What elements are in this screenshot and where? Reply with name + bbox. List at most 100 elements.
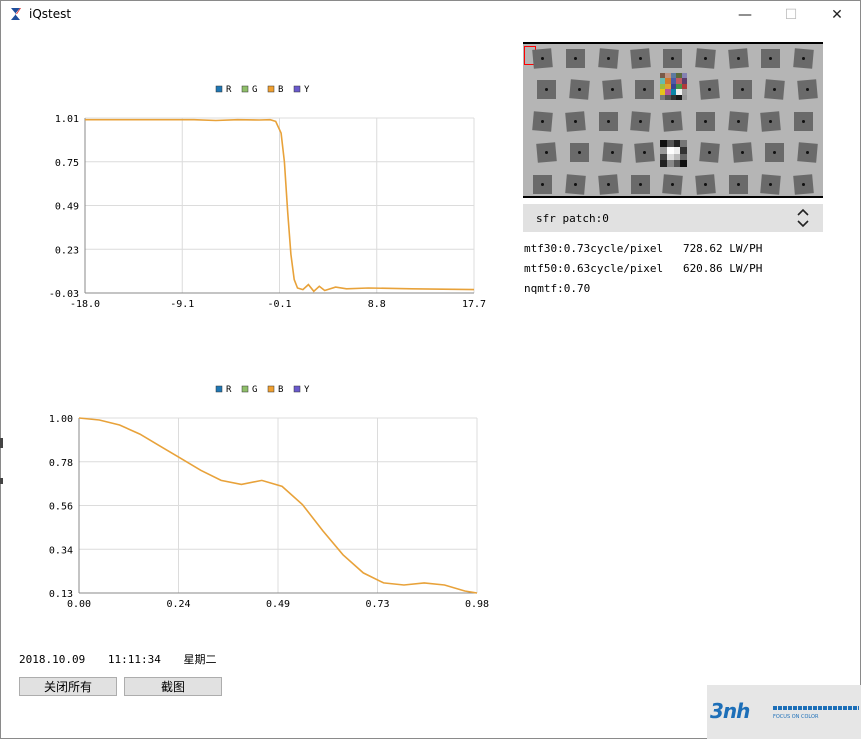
sfr-patch[interactable] (797, 79, 818, 100)
gray-scale-swatch (680, 160, 687, 167)
sfr-patch[interactable] (598, 174, 619, 195)
mtf-chart-svg: R G B Y 0.00 0.24 0.49 0.73 0.98 1.00 0.78 0.56 0.34… (49, 385, 489, 610)
title-bar[interactable]: iQstest — ☐ ✕ (1, 1, 860, 29)
legend-label-y: Y (304, 385, 310, 395)
maximize-button[interactable]: ☐ (768, 1, 814, 29)
patch-center-dot (573, 119, 578, 124)
sfr-patch[interactable] (565, 111, 586, 132)
sfr-patch[interactable] (764, 79, 785, 100)
gray-scale-swatch (660, 160, 667, 167)
patch-center-dot (544, 150, 549, 155)
sfr-patch-select[interactable]: sfr patch:0 (523, 204, 823, 232)
sfr-patch[interactable] (733, 80, 752, 99)
sfr-patch[interactable] (602, 79, 623, 100)
sfr-patch[interactable] (663, 49, 682, 68)
sfr-patch[interactable] (630, 111, 651, 132)
sfr-patch[interactable] (760, 111, 781, 132)
patch-center-dot (540, 56, 545, 61)
sfr-patch[interactable] (696, 112, 715, 131)
date-text: 2018.10.09 (19, 653, 86, 666)
sfr-patch[interactable] (599, 112, 618, 131)
sfr-patch[interactable] (797, 142, 818, 163)
sfr-patch[interactable] (635, 80, 654, 99)
sfr-patch[interactable] (566, 49, 585, 68)
sfr-patch[interactable] (631, 175, 650, 194)
esf-chart: R G B Y -18.0 -9.1 -0.1 8.8 17.7 1.01 0.75 0.49 0.23… (0, 80, 500, 320)
patch-center-dot (805, 150, 810, 155)
legend-swatch-b (267, 385, 275, 393)
sfr-patch[interactable] (793, 174, 814, 195)
patch-center-dot (801, 182, 806, 187)
sfr-patch[interactable] (760, 174, 781, 195)
sfr-patch[interactable] (532, 111, 553, 132)
sfr-patch[interactable] (732, 142, 753, 163)
sfr-patch[interactable] (662, 174, 683, 195)
gray-scale-swatch (680, 146, 687, 154)
sfr-patch[interactable] (537, 80, 556, 99)
minimize-button[interactable]: — (722, 1, 768, 29)
patch-center-dot (574, 57, 577, 60)
sfr-patch[interactable] (630, 48, 651, 69)
sfr-patch[interactable] (765, 143, 784, 162)
patch-center-dot (737, 183, 740, 186)
sfr-patch[interactable] (699, 142, 720, 163)
x-tick-label: 0.73 (365, 599, 389, 610)
sfr-patch[interactable] (728, 111, 749, 132)
sfr-patch[interactable] (533, 175, 552, 194)
legend-swatch-y (293, 85, 301, 93)
gray-scale-swatch (666, 160, 674, 167)
x-tick-label: -9.1 (170, 299, 194, 310)
patch-center-dot (540, 119, 545, 124)
gray-scale-swatch (673, 146, 681, 154)
sfr-patch[interactable] (699, 79, 720, 100)
sfr-patch[interactable] (532, 48, 553, 69)
patch-center-dot (801, 56, 806, 61)
watermark-logo: 3nh FOCUS ON COLOR (707, 685, 861, 739)
sfr-patch[interactable] (569, 79, 590, 100)
patch-center-dot (768, 119, 773, 124)
legend-swatch-r (215, 385, 223, 393)
sfr-patch[interactable] (570, 143, 589, 162)
close-all-button[interactable]: 关闭所有 (19, 677, 117, 696)
patch-center-dot (643, 88, 646, 91)
y-tick-label: 0.23 (55, 245, 79, 256)
sfr-patch[interactable] (729, 175, 748, 194)
close-button[interactable]: ✕ (814, 1, 860, 29)
x-tick-label: 0.24 (166, 599, 190, 610)
watermark-brand: 3nh (710, 699, 750, 723)
legend-swatch-g (241, 85, 249, 93)
patch-center-dot (707, 87, 712, 92)
x-tick-label: 0.00 (67, 599, 91, 610)
status-datetime: 2018.10.09 11:11:34 星期二 (19, 651, 232, 667)
patch-center-dot (707, 150, 712, 155)
sfr-patch[interactable] (565, 174, 586, 195)
sfr-patch[interactable] (794, 112, 813, 131)
sfr-patch[interactable] (536, 142, 557, 163)
screenshot-button[interactable]: 截图 (124, 677, 222, 696)
gray-scale-swatch (673, 153, 681, 161)
gray-scale-swatch (666, 153, 674, 161)
patch-center-dot (639, 183, 642, 186)
gray-scale-swatch (666, 146, 674, 154)
sfr-patch[interactable] (695, 48, 716, 69)
sfr-patch[interactable] (598, 48, 619, 69)
patch-center-dot (573, 182, 578, 187)
test-chart-image[interactable] (523, 42, 823, 198)
sfr-patch[interactable] (761, 49, 780, 68)
gray-scale-target (660, 140, 687, 167)
y-tick-label: -0.03 (49, 289, 79, 300)
legend-swatch-g (241, 385, 249, 393)
sfr-patch[interactable] (695, 174, 716, 195)
patch-center-dot (606, 56, 611, 61)
watermark-cn-text (773, 706, 859, 710)
sfr-patch[interactable] (634, 142, 655, 163)
y-tick-label: 0.49 (55, 202, 79, 213)
y-tick-label: 0.56 (49, 502, 73, 513)
sfr-patch[interactable] (662, 111, 683, 132)
sfr-patch[interactable] (602, 142, 623, 163)
sfr-patch[interactable] (728, 48, 749, 69)
watermark-tagline: FOCUS ON COLOR (773, 714, 819, 720)
gray-scale-swatch (660, 146, 667, 154)
y-tick-label: 0.78 (49, 458, 73, 469)
sfr-patch[interactable] (793, 48, 814, 69)
